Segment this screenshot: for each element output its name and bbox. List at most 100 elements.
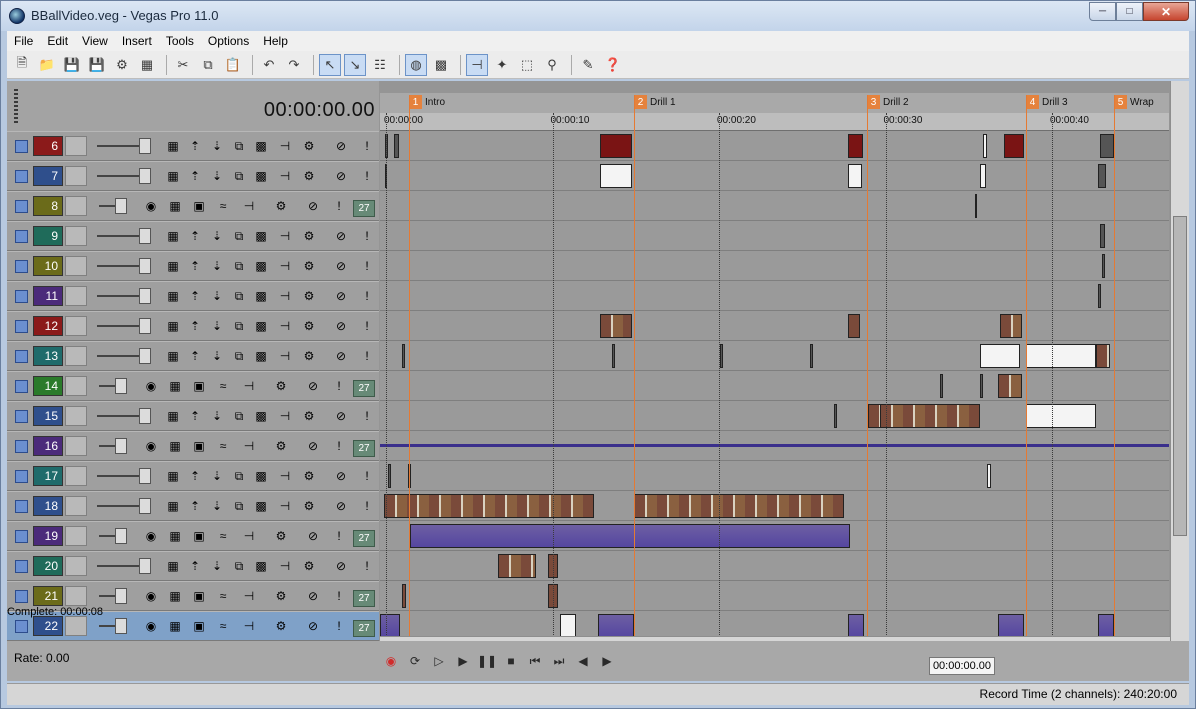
fx-icon[interactable]: ▦	[165, 408, 181, 424]
play-from-start-icon[interactable]: ▷	[429, 651, 449, 671]
undo-icon[interactable]: ↶	[258, 54, 280, 76]
render-icon[interactable]: ⚙	[111, 54, 133, 76]
composite-icon[interactable]: ⇣	[209, 288, 225, 304]
compositing-mode-icon[interactable]: ▩	[253, 168, 269, 184]
track-name-field[interactable]	[65, 226, 87, 246]
parent-icon[interactable]: ⧉	[231, 168, 247, 184]
mute-icon[interactable]: ⊣	[277, 498, 293, 514]
arm-record-icon[interactable]: ◉	[143, 528, 159, 544]
composite-icon[interactable]: ⇣	[209, 498, 225, 514]
level-slider-knob[interactable]	[139, 498, 151, 514]
video-event[interactable]	[998, 374, 1022, 398]
no-icon[interactable]: ⊘	[305, 438, 321, 454]
video-event[interactable]	[600, 164, 632, 188]
pan-icon[interactable]: ⊣	[241, 588, 257, 604]
track-name-field[interactable]	[65, 556, 87, 576]
motion-icon[interactable]: ⇡	[187, 348, 203, 364]
menu-view[interactable]: View	[75, 34, 115, 48]
video-event[interactable]	[402, 344, 405, 368]
track-name-field[interactable]	[65, 376, 87, 396]
compositing-mode-icon[interactable]: ▩	[253, 288, 269, 304]
parent-icon[interactable]: ⧉	[231, 228, 247, 244]
composite-icon[interactable]: ⇣	[209, 318, 225, 334]
no-icon[interactable]: ⊘	[305, 618, 321, 634]
fx-icon[interactable]: ▦	[165, 558, 181, 574]
motion-icon[interactable]: ⇡	[187, 498, 203, 514]
gear-icon[interactable]: ⚙	[301, 138, 317, 154]
track-header-14[interactable]: 14 ◉ ▦ ▣ ≈ ⊣ ⚙ ⊘! 27	[7, 371, 379, 401]
video-event[interactable]	[384, 494, 594, 518]
track-lane-19[interactable]	[380, 521, 1169, 551]
motion-icon[interactable]: ⇡	[187, 318, 203, 334]
go-to-start-icon[interactable]: ⏮	[525, 651, 545, 671]
record-icon[interactable]: ◉	[381, 651, 401, 671]
video-event[interactable]	[1100, 224, 1105, 248]
parent-icon[interactable]: ⧉	[231, 558, 247, 574]
track-name-field[interactable]	[65, 496, 87, 516]
gear-icon[interactable]: ⚙	[301, 258, 317, 274]
track-lane-6[interactable]	[380, 131, 1169, 161]
motion-icon[interactable]: ⇡	[187, 558, 203, 574]
track-name-field[interactable]	[65, 196, 87, 216]
track-name-field[interactable]	[65, 406, 87, 426]
level-slider-knob[interactable]	[139, 558, 151, 574]
video-event[interactable]	[612, 344, 615, 368]
solo-icon[interactable]: !	[359, 258, 375, 274]
track-collapse-icon[interactable]	[15, 320, 28, 333]
time-ruler[interactable]: 00:00:00 00:00:10 00:00:20 00:00:30 00:00:40	[380, 113, 1169, 131]
video-event[interactable]	[880, 404, 980, 428]
video-event[interactable]	[720, 344, 723, 368]
automation-icon[interactable]: ≈	[215, 378, 231, 394]
track-name-field[interactable]	[65, 136, 87, 156]
mute-icon[interactable]: ⊣	[277, 138, 293, 154]
motion-icon[interactable]: ⇡	[187, 468, 203, 484]
mute-icon[interactable]: ⊣	[277, 258, 293, 274]
pan-icon[interactable]: ⊣	[241, 198, 257, 214]
lock-envelopes-icon[interactable]: ◍	[405, 53, 427, 76]
track-lane-15[interactable]	[380, 401, 1169, 431]
level-slider-knob[interactable]	[139, 468, 151, 484]
fx-icon[interactable]: ▦	[167, 438, 183, 454]
compositing-mode-icon[interactable]: ▩	[253, 228, 269, 244]
track-name-field[interactable]	[65, 436, 87, 456]
composite-icon[interactable]: ⇣	[209, 348, 225, 364]
pan-icon[interactable]: ⊣	[241, 378, 257, 394]
track-name-field[interactable]	[65, 286, 87, 306]
fx-icon[interactable]: ▦	[165, 468, 181, 484]
track-header-8[interactable]: 8 ◉ ▦ ▣ ≈ ⊣ ⚙ ⊘! 27	[7, 191, 379, 221]
video-event[interactable]	[600, 134, 632, 158]
track-collapse-icon[interactable]	[15, 590, 28, 603]
no-icon[interactable]: ⊘	[333, 348, 349, 364]
audio-event[interactable]	[848, 614, 864, 638]
no-icon[interactable]: ⊘	[305, 378, 321, 394]
no-icon[interactable]: ⊘	[333, 318, 349, 334]
automation-icon[interactable]: ≈	[215, 528, 231, 544]
no-icon[interactable]: ⊘	[333, 408, 349, 424]
fx-icon[interactable]: ▦	[165, 258, 181, 274]
cut-icon[interactable]: ✂	[172, 54, 194, 76]
pause-icon[interactable]: ❚❚	[477, 651, 497, 671]
parent-icon[interactable]: ⧉	[231, 348, 247, 364]
level-slider-knob[interactable]	[139, 258, 151, 274]
arm-record-icon[interactable]: ◉	[143, 618, 159, 634]
video-event[interactable]	[1026, 404, 1096, 428]
track-collapse-icon[interactable]	[15, 410, 28, 423]
solo-icon[interactable]: !	[359, 558, 375, 574]
loop-icon[interactable]: ⟳	[405, 651, 425, 671]
video-event[interactable]	[1098, 164, 1106, 188]
menu-edit[interactable]: Edit	[40, 34, 75, 48]
solo-icon[interactable]: !	[331, 528, 347, 544]
track-lane-9[interactable]	[380, 221, 1169, 251]
auto-crossfade-icon[interactable]: ✦	[491, 54, 513, 76]
selection-icon[interactable]: ⬚	[516, 54, 538, 76]
track-header-19[interactable]: 19 ◉ ▦ ▣ ≈ ⊣ ⚙ ⊘! 27	[7, 521, 379, 551]
compositing-mode-icon[interactable]: ▩	[253, 318, 269, 334]
fx-icon[interactable]: ▦	[165, 168, 181, 184]
track-lane-7[interactable]	[380, 161, 1169, 191]
composite-icon[interactable]: ⇣	[209, 408, 225, 424]
menu-help[interactable]: Help	[256, 34, 295, 48]
no-icon[interactable]: ⊘	[305, 588, 321, 604]
audio-event[interactable]	[410, 524, 850, 548]
mute-icon[interactable]: ⊣	[277, 408, 293, 424]
mute-icon[interactable]: ⊣	[277, 468, 293, 484]
